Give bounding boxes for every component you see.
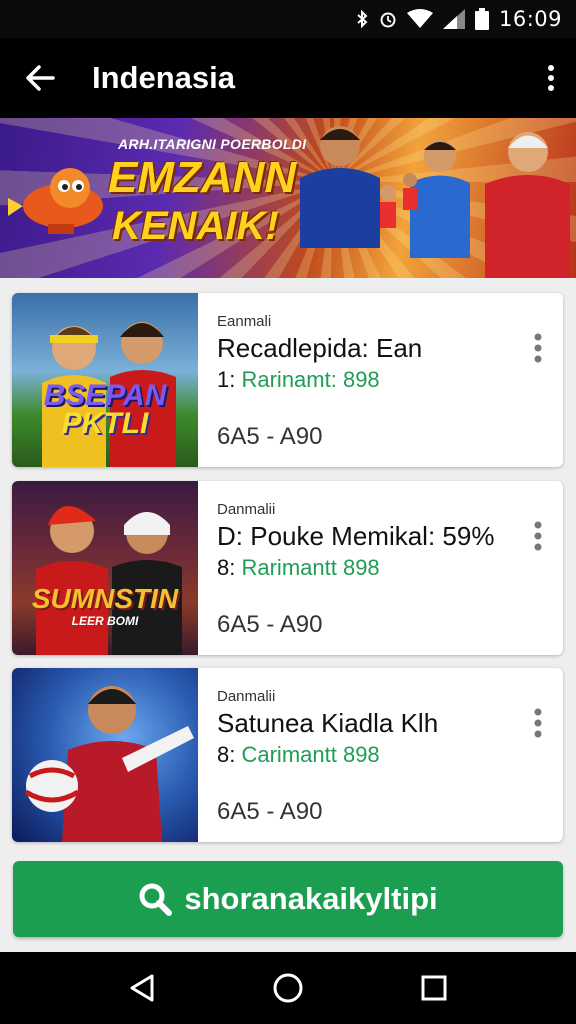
app-bar: Indenasia xyxy=(0,38,576,118)
game-thumbnail xyxy=(12,668,198,842)
rating-value: Rarinamt: 898 xyxy=(241,367,380,392)
list-item[interactable]: Danmalii Satunea Kiadla Klh 8: Carimantt… xyxy=(12,668,563,842)
rating-value: Carimantt 898 xyxy=(241,742,380,767)
status-bar: 16:09 xyxy=(0,0,576,38)
list-item[interactable]: BSEPAN PKTLI Eanmali Recadlepida: Ean 1:… xyxy=(12,293,563,467)
card-meta: Danmalii xyxy=(217,688,276,705)
rating-prefix: 8: xyxy=(217,742,236,767)
status-time: 16:09 xyxy=(498,7,562,31)
signal-icon xyxy=(442,9,465,29)
card-info: Danmalii D: Pouke Memikal: 59% 8: Rarima… xyxy=(217,481,523,655)
rating-prefix: 8: xyxy=(217,555,236,580)
search-button-label: shoranakaikyltipi xyxy=(184,881,438,916)
game-thumbnail: BSEPAN PKTLI xyxy=(12,293,198,467)
card-title: Satunea Kiadla Klh xyxy=(217,708,439,738)
back-button[interactable] xyxy=(0,38,80,118)
promo-banner[interactable]: ARH.ITARIGNI POERBOLDI EMZANN KENAIK! xyxy=(0,118,576,278)
overflow-menu-button[interactable] xyxy=(526,38,576,118)
bluetooth-icon xyxy=(357,10,368,28)
thumbnail-title: SUMNSTIN xyxy=(31,583,179,614)
thumbnail-subtitle: LEER BOMI xyxy=(71,614,139,628)
more-vert-icon[interactable] xyxy=(531,521,545,551)
card-title: Recadlepida: Ean xyxy=(217,333,423,363)
page-title: Indenasia xyxy=(92,60,235,95)
back-triangle-icon[interactable] xyxy=(128,973,156,1003)
card-info: Danmalii Satunea Kiadla Klh 8: Carimantt… xyxy=(217,668,523,842)
game-thumbnail: SUMNSTIN LEER BOMI xyxy=(12,481,198,655)
card-meta: Eanmali xyxy=(217,313,272,330)
card-info: Eanmali Recadlepida: Ean 1: Rarinamt: 89… xyxy=(217,293,523,467)
more-vert-icon xyxy=(548,65,554,91)
card-range: 6A5 - A90 xyxy=(217,423,323,450)
banner-headline-2: KENAIK! xyxy=(112,204,279,248)
card-rating: 1: Rarinamt: 898 xyxy=(217,367,380,393)
arrow-left-icon xyxy=(26,65,55,91)
search-button[interactable]: shoranakaikyltipi xyxy=(13,861,563,937)
more-vert-icon[interactable] xyxy=(531,708,545,738)
rating-value: Rarimantt 898 xyxy=(241,555,380,580)
wifi-icon xyxy=(406,9,433,28)
rating-prefix: 1: xyxy=(217,367,236,392)
banner-headline-1: EMZANN xyxy=(108,153,297,202)
system-nav-bar xyxy=(0,952,576,1024)
home-circle-icon[interactable] xyxy=(272,972,304,1004)
card-title: D: Pouke Memikal: 59% xyxy=(217,521,495,551)
card-range: 6A5 - A90 xyxy=(217,611,323,638)
battery-icon xyxy=(474,8,489,30)
thumbnail-title: PKTLI xyxy=(61,407,149,440)
banner-players-illustration xyxy=(300,126,570,278)
card-rating: 8: Carimantt 898 xyxy=(217,742,380,768)
list-item[interactable]: SUMNSTIN LEER BOMI Danmalii D: Pouke Mem… xyxy=(12,481,563,655)
card-meta: Danmalii xyxy=(217,501,276,518)
search-icon xyxy=(139,883,173,916)
alarm-icon xyxy=(380,12,396,28)
recents-square-icon[interactable] xyxy=(420,974,448,1002)
thumbnail-characters xyxy=(36,505,182,655)
card-rating: 8: Rarimantt 898 xyxy=(217,555,380,581)
thumbnail-characters xyxy=(24,686,194,842)
mascot-rocket-icon xyxy=(8,168,103,234)
more-vert-icon[interactable] xyxy=(531,333,545,363)
card-range: 6A5 - A90 xyxy=(217,798,323,825)
